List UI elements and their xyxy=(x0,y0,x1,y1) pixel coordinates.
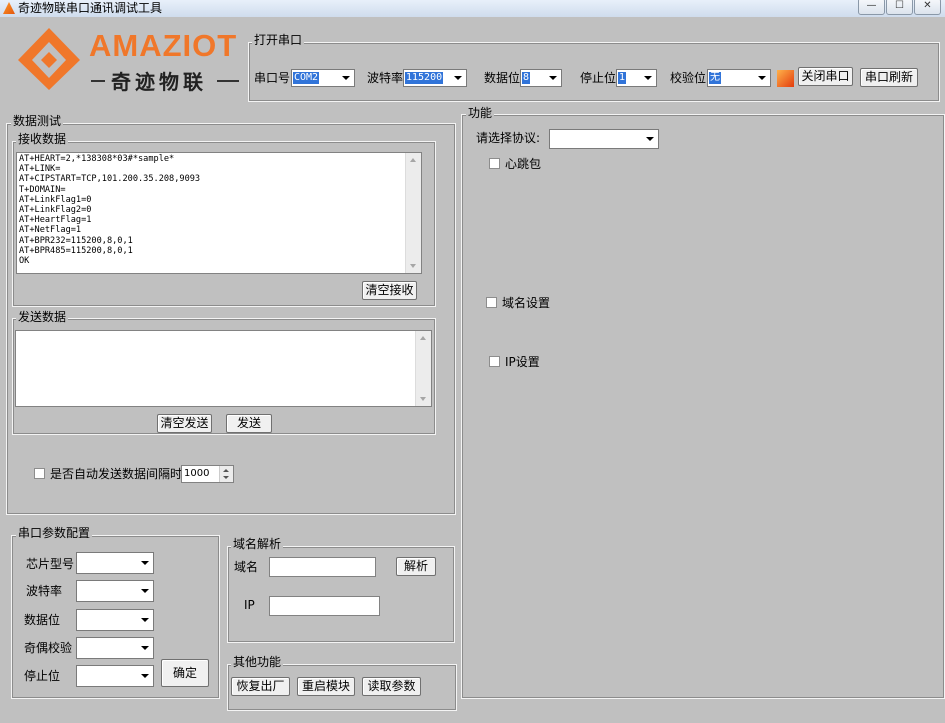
chevron-down-icon xyxy=(141,561,149,565)
parity-value: 无 xyxy=(709,72,721,84)
domain-label: 域名 xyxy=(234,560,259,574)
data-test-legend: 数据测试 xyxy=(11,114,64,128)
auto-send-checkbox[interactable] xyxy=(34,468,45,479)
scroll-up-icon xyxy=(420,336,426,340)
restart-module-button[interactable]: 重启模块 xyxy=(297,677,355,696)
protocol-label: 请选择协议: xyxy=(476,131,541,145)
domain-input[interactable] xyxy=(269,557,376,577)
port-select[interactable]: COM2 xyxy=(291,69,355,87)
heartbeat-label: 心跳包 xyxy=(505,157,542,171)
port-status-indicator xyxy=(777,70,794,87)
refresh-port-button[interactable]: 串口刷新 xyxy=(860,68,918,87)
receive-legend: 接收数据 xyxy=(16,132,69,146)
scroll-down-icon xyxy=(420,397,426,401)
interval-value: 1000 xyxy=(184,468,210,479)
protocol-select[interactable] xyxy=(549,129,659,149)
app-logo-icon xyxy=(3,2,15,14)
domain-setting-label: 域名设置 xyxy=(502,296,551,310)
chevron-down-icon xyxy=(141,674,149,678)
other-functions-legend: 其他功能 xyxy=(231,655,284,669)
baud-value: 115200 xyxy=(405,72,444,84)
interval-spinbox[interactable]: 1000 xyxy=(181,465,234,483)
stopbits-value: 1 xyxy=(618,72,627,84)
stopbits-select[interactable]: 1 xyxy=(616,69,657,87)
logo-wordmark: AMAZIOT xyxy=(89,28,238,63)
receive-textarea[interactable]: AT+HEART=2,*138308*03#*sample* AT+LINK= … xyxy=(16,152,422,274)
chip-model-select[interactable] xyxy=(76,552,154,574)
company-logo: AMAZIOT 奇迹物联 xyxy=(14,22,242,102)
chevron-down-icon xyxy=(758,76,766,80)
chevron-down-icon xyxy=(141,589,149,593)
open-port-legend: 打开串口 xyxy=(252,33,305,47)
function-legend: 功能 xyxy=(466,106,495,120)
logo-subtitle: 奇迹物联 xyxy=(111,70,207,94)
dns-legend: 域名解析 xyxy=(231,537,284,551)
baud-select[interactable]: 115200 xyxy=(403,69,467,87)
close-port-button[interactable]: 关闭串口 xyxy=(798,67,853,86)
clear-send-button[interactable]: 清空发送 xyxy=(157,414,212,433)
send-button[interactable]: 发送 xyxy=(226,414,272,433)
ip-input[interactable] xyxy=(269,596,380,616)
receive-scrollbar[interactable] xyxy=(405,153,421,273)
receive-text: AT+HEART=2,*138308*03#*sample* AT+LINK= … xyxy=(19,154,201,267)
close-button[interactable]: ✕ xyxy=(914,0,941,15)
databits-value: 8 xyxy=(522,72,531,84)
chevron-down-icon xyxy=(454,76,462,80)
chevron-down-icon xyxy=(549,76,557,80)
port-value: COM2 xyxy=(293,72,320,84)
ip-setting-label: IP设置 xyxy=(505,355,540,369)
baud-label: 波特率 xyxy=(367,71,404,85)
stopbits-label: 停止位 xyxy=(580,71,617,85)
chip-model-label: 芯片型号 xyxy=(26,557,75,571)
parity-select[interactable]: 无 xyxy=(707,69,771,87)
send-textarea[interactable] xyxy=(15,330,432,407)
ip-setting-checkbox[interactable] xyxy=(489,356,500,367)
title-bar: 奇迹物联串口通讯调试工具 — ☐ ✕ xyxy=(0,0,945,17)
chevron-down-icon xyxy=(646,137,654,141)
send-legend: 发送数据 xyxy=(16,310,69,324)
chevron-down-icon xyxy=(342,76,350,80)
domain-setting-checkbox[interactable] xyxy=(486,297,497,308)
chevron-down-icon xyxy=(644,76,652,80)
send-scrollbar[interactable] xyxy=(415,331,431,406)
clear-receive-button[interactable]: 清空接收 xyxy=(362,281,417,300)
config-parity-label: 奇偶校验 xyxy=(24,641,73,655)
parse-button[interactable]: 解析 xyxy=(396,557,436,576)
config-stopbits-label: 停止位 xyxy=(24,669,61,683)
amaziot-mark-icon xyxy=(18,28,80,90)
serial-config-legend: 串口参数配置 xyxy=(16,526,93,540)
config-databits-select[interactable] xyxy=(76,609,154,631)
read-params-button[interactable]: 读取参数 xyxy=(362,677,421,696)
maximize-button[interactable]: ☐ xyxy=(886,0,913,15)
config-parity-select[interactable] xyxy=(76,637,154,659)
auto-send-label: 是否自动发送数据间隔时间 xyxy=(50,467,195,481)
chevron-down-icon xyxy=(141,618,149,622)
databits-select[interactable]: 8 xyxy=(520,69,562,87)
scroll-down-icon xyxy=(410,264,416,268)
heartbeat-checkbox[interactable] xyxy=(489,158,500,169)
scroll-up-icon xyxy=(410,158,416,162)
config-databits-label: 数据位 xyxy=(24,613,61,627)
minimize-button[interactable]: — xyxy=(858,0,885,15)
window-title: 奇迹物联串口通讯调试工具 xyxy=(18,1,163,15)
config-baud-select[interactable] xyxy=(76,580,154,602)
parity-label: 校验位 xyxy=(670,71,707,85)
function-group xyxy=(461,114,945,699)
databits-label: 数据位 xyxy=(484,71,521,85)
ip-label: IP xyxy=(244,598,255,612)
chevron-down-icon xyxy=(141,646,149,650)
factory-reset-button[interactable]: 恢复出厂 xyxy=(231,677,290,696)
port-label: 串口号 xyxy=(254,71,291,85)
confirm-button[interactable]: 确定 xyxy=(161,659,209,687)
config-baud-label: 波特率 xyxy=(26,584,63,598)
spin-arrows-icon[interactable] xyxy=(219,466,233,482)
config-stopbits-select[interactable] xyxy=(76,665,154,687)
